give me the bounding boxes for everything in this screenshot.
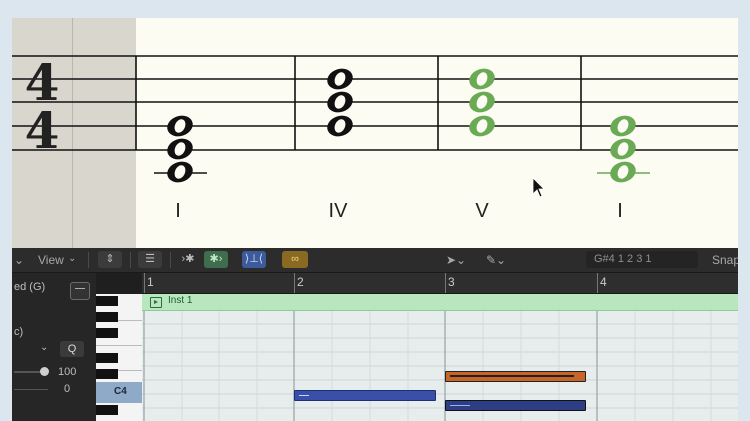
staff-svg: 4 4 [12, 53, 738, 198]
c4-label: C4 [114, 386, 127, 397]
time-sig-bottom: 4 [25, 101, 60, 160]
piano-keyboard[interactable]: C4 [96, 273, 142, 421]
black-key[interactable] [96, 312, 118, 322]
midi-note[interactable] [294, 390, 436, 401]
bar-ruler[interactable]: 1 2 3 4 [142, 273, 738, 294]
midi-in-icon[interactable]: ›✱ [176, 251, 200, 268]
dropdown-chevron-icon[interactable]: ⌄ [40, 342, 48, 353]
position-display: G#4 1 2 3 1 [586, 251, 698, 268]
piano-roll-editor: ⌄ View ⌄ ⇕ ☰ ›✱ ✱› ⟩⊥⟨ ∞ ➤⌄ ✎⌄ G#4 1 2 3… [12, 248, 738, 421]
region-header[interactable]: Inst 1 [142, 294, 738, 311]
bar-number-4: 4 [600, 275, 607, 289]
black-key[interactable] [96, 369, 118, 379]
align-icon[interactable]: ☰ [138, 251, 162, 268]
link-icon[interactable]: ∞ [282, 251, 308, 268]
velocity-slider-knob[interactable] [40, 367, 49, 376]
black-key[interactable] [96, 353, 118, 363]
score-editor: 4 4 I IV V I [12, 18, 738, 248]
velocity-value: 100 [58, 366, 77, 378]
bar-tick [597, 273, 598, 293]
toolbar-divider [170, 252, 171, 268]
chevron-down-icon[interactable]: ⌄ [14, 253, 24, 267]
quantize-button[interactable]: Q [60, 341, 84, 357]
bar-tick [144, 273, 145, 293]
region-name: Inst 1 [168, 295, 193, 306]
mouse-pointer-icon [532, 177, 545, 198]
inspector-panel: ed (G) c) ⌄ Q 100 0 [12, 273, 96, 421]
midi-region[interactable]: Inst 1 [142, 294, 738, 421]
toolbar-divider [88, 252, 89, 268]
numeral-4: I [617, 200, 623, 222]
black-key[interactable] [96, 296, 118, 306]
offset-value: 0 [64, 383, 71, 395]
collapse-icon[interactable]: ⇕ [98, 251, 122, 268]
snap-to-grid-icon[interactable]: ⟩⊥⟨ [242, 251, 266, 268]
staff-lines [12, 55, 738, 151]
view-menu-chevron-icon[interactable]: ⌄ [68, 253, 76, 264]
numeral-1: I [175, 200, 181, 222]
bar-number-3: 3 [448, 275, 455, 289]
region-key-label: ed (G) [14, 281, 46, 293]
snap-menu[interactable]: Snap [712, 253, 738, 267]
numeral-2: IV [328, 200, 348, 222]
view-menu[interactable]: View [38, 253, 64, 267]
midi-out-icon[interactable]: ✱› [204, 251, 228, 268]
section-label: c) [14, 326, 24, 338]
offset-slider[interactable] [14, 389, 48, 390]
numeral-3: V [475, 200, 489, 222]
note-grid[interactable]: 1 2 3 4 Inst 1 [142, 273, 738, 421]
black-key[interactable] [96, 405, 118, 415]
bar-tick [294, 273, 295, 293]
bar-number-2: 2 [297, 275, 304, 289]
midi-note[interactable] [445, 400, 586, 411]
grid-lines [142, 310, 738, 421]
pointer-tool-icon[interactable]: ➤⌄ [446, 253, 466, 267]
key-c4[interactable]: C4 [96, 382, 142, 403]
toolbar-divider [130, 252, 131, 268]
play-icon[interactable] [150, 297, 162, 308]
black-key[interactable] [96, 328, 118, 338]
midi-note-selected[interactable] [445, 371, 586, 382]
bar-number-1: 1 [147, 275, 154, 289]
editor-toolbar: ⌄ View ⌄ ⇕ ☰ ›✱ ✱› ⟩⊥⟨ ∞ ➤⌄ ✎⌄ G#4 1 2 3… [12, 248, 738, 273]
panel-icon [75, 288, 85, 295]
pencil-tool-icon[interactable]: ✎⌄ [486, 253, 506, 267]
collapse-inspector-button[interactable] [70, 282, 90, 300]
bar-tick [445, 273, 446, 293]
barlines [135, 56, 582, 150]
